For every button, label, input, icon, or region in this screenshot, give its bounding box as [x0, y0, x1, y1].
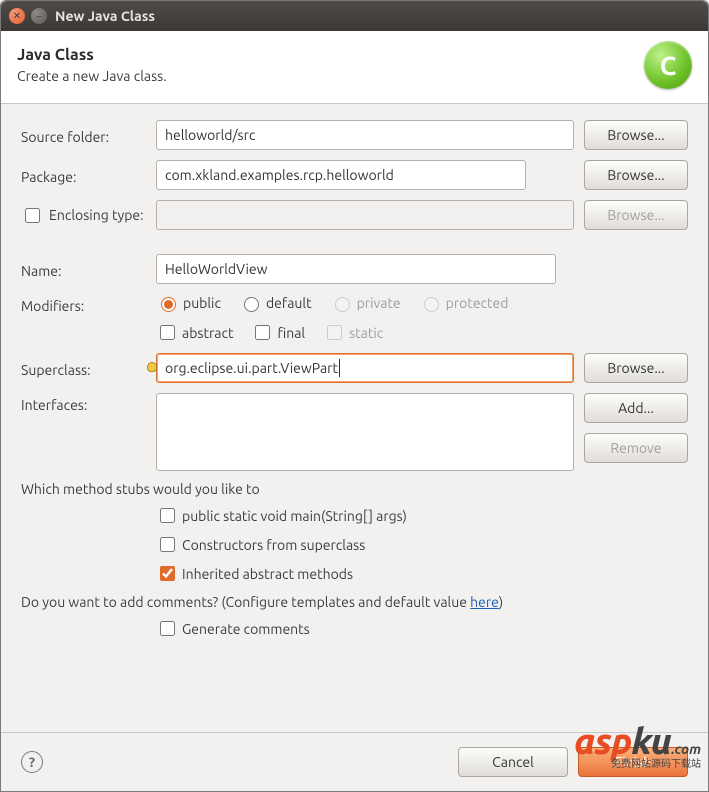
dialog-footer: ? Cancel Finish: [1, 732, 708, 791]
comments-question: Do you want to add comments? (Configure …: [21, 594, 688, 610]
modifier-private-label: private: [357, 295, 401, 311]
stub-constructors-checkbox[interactable]: [160, 537, 175, 552]
dialog-header: Java Class Create a new Java class. C: [1, 31, 708, 104]
stub-main-label: public static void main(String[] args): [182, 508, 407, 524]
stub-main-checkbox[interactable]: [160, 508, 175, 523]
cancel-button[interactable]: Cancel: [458, 747, 568, 777]
package-label: Package:: [21, 165, 146, 185]
source-folder-label: Source folder:: [21, 125, 146, 145]
browse-superclass-button[interactable]: Browse...: [584, 353, 688, 383]
window-buttons: ✕ –: [9, 8, 47, 24]
browse-source-button[interactable]: Browse...: [584, 120, 688, 150]
generate-comments-label: Generate comments: [182, 621, 310, 637]
enclosing-type-checkbox[interactable]: [25, 208, 40, 223]
modifier-static-label: static: [349, 325, 383, 341]
text-caret: [339, 359, 340, 377]
stub-inherited-label: Inherited abstract methods: [182, 566, 353, 582]
modifier-public-label: public: [183, 295, 221, 311]
remove-interface-button: Remove: [584, 433, 688, 463]
name-label: Name:: [21, 259, 146, 279]
modifier-protected-label: protected: [446, 295, 509, 311]
interfaces-list[interactable]: [156, 393, 574, 471]
browse-package-button[interactable]: Browse...: [584, 160, 688, 190]
modifier-private-radio: [335, 297, 350, 312]
help-icon[interactable]: ?: [21, 751, 43, 773]
comments-prefix: Do you want to add comments? (Configure …: [21, 594, 470, 610]
minimize-icon[interactable]: –: [31, 8, 47, 24]
modifier-abstract-checkbox[interactable]: [160, 325, 175, 340]
configure-templates-link[interactable]: here: [470, 594, 499, 610]
modifier-static-checkbox: [327, 325, 342, 340]
comments-suffix: ): [499, 594, 503, 610]
browse-enclosing-button: Browse...: [584, 200, 688, 230]
dialog-content: Source folder: Browse... Package: Browse…: [1, 104, 708, 732]
superclass-label: Superclass:: [21, 358, 146, 378]
modifier-public-radio[interactable]: [161, 297, 176, 312]
modifier-final-label: final: [277, 325, 305, 341]
superclass-input[interactable]: org.eclipse.ui.part.ViewPart: [156, 353, 574, 383]
generate-comments-checkbox[interactable]: [160, 621, 175, 636]
enclosing-type-input: [156, 200, 574, 230]
dialog-window: ✕ – New Java Class Java Class Create a n…: [0, 0, 709, 792]
stubs-question: Which method stubs would you like to: [21, 481, 688, 497]
page-title: Java Class: [17, 46, 167, 64]
title-bar[interactable]: ✕ – New Java Class: [1, 1, 708, 31]
stub-constructors-label: Constructors from superclass: [182, 537, 365, 553]
modifier-abstract-label: abstract: [182, 325, 233, 341]
modifier-protected-radio: [424, 297, 439, 312]
page-subtitle: Create a new Java class.: [17, 68, 167, 84]
modifier-final-checkbox[interactable]: [255, 325, 270, 340]
name-input[interactable]: [156, 254, 556, 284]
modifier-default-radio[interactable]: [244, 297, 259, 312]
class-icon: C: [644, 41, 692, 89]
source-folder-input[interactable]: [156, 120, 574, 150]
modifiers-label: Modifiers:: [21, 294, 146, 314]
finish-button[interactable]: Finish: [578, 747, 688, 777]
package-input[interactable]: [156, 160, 526, 190]
add-interface-button[interactable]: Add...: [584, 393, 688, 423]
superclass-value: org.eclipse.ui.part.ViewPart: [165, 360, 338, 376]
stub-inherited-checkbox[interactable]: [160, 566, 175, 581]
window-title: New Java Class: [55, 8, 155, 24]
modifier-default-label: default: [266, 295, 312, 311]
lightbulb-icon: [147, 362, 157, 372]
close-icon[interactable]: ✕: [9, 8, 25, 24]
enclosing-type-label: Enclosing type:: [49, 207, 144, 223]
interfaces-label: Interfaces:: [21, 393, 146, 413]
